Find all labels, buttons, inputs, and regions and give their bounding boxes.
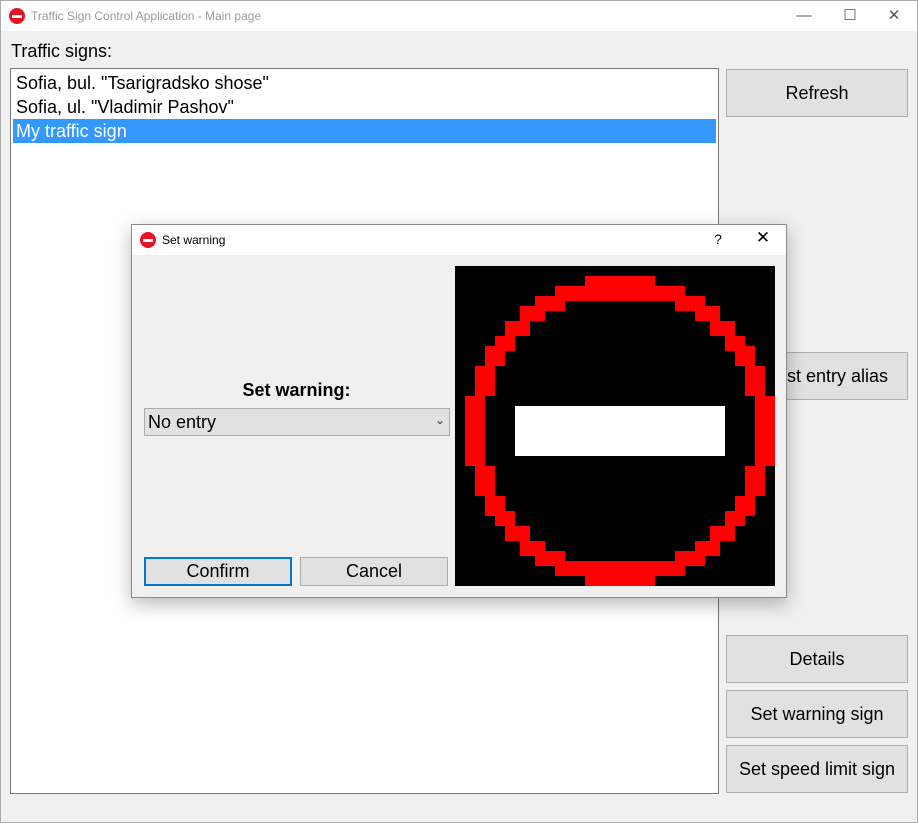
app-icon xyxy=(9,8,25,24)
set-speed-limit-sign-button[interactable]: Set speed limit sign xyxy=(726,745,908,793)
dialog-title-bar: Set warning ? ✕ xyxy=(132,225,786,255)
cancel-button[interactable]: Cancel xyxy=(300,557,448,586)
refresh-button[interactable]: Refresh xyxy=(726,69,908,117)
warning-type-select[interactable]: No entry ⌄ xyxy=(144,408,450,436)
dialog-close-button[interactable]: ✕ xyxy=(748,228,778,248)
warning-type-value: No entry xyxy=(148,412,217,432)
title-bar: Traffic Sign Control Application - Main … xyxy=(1,1,917,31)
set-warning-sign-button[interactable]: Set warning sign xyxy=(726,690,908,738)
list-item[interactable]: Sofia, ul. "Vladimir Pashov" xyxy=(13,95,716,119)
dialog-title: Set warning xyxy=(162,233,226,247)
sign-preview xyxy=(455,266,775,586)
app-icon xyxy=(140,232,156,248)
help-button[interactable]: ? xyxy=(708,231,728,247)
sign-bar xyxy=(515,406,725,456)
set-warning-label: Set warning: xyxy=(242,380,351,400)
traffic-signs-label: Traffic signs: xyxy=(11,41,113,61)
minimize-button[interactable]: — xyxy=(781,1,827,31)
maximize-button[interactable]: ☐ xyxy=(827,1,873,31)
window-title: Traffic Sign Control Application - Main … xyxy=(31,9,262,23)
confirm-button[interactable]: Confirm xyxy=(144,557,292,586)
list-item-selected[interactable]: My traffic sign xyxy=(13,119,716,143)
close-button[interactable]: ✕ xyxy=(871,1,917,31)
set-warning-dialog: Set warning ? ✕ Set warning: No entry ⌄ … xyxy=(131,224,787,598)
list-item[interactable]: Sofia, bul. "Tsarigradsko shose" xyxy=(13,71,716,95)
chevron-down-icon: ⌄ xyxy=(434,413,445,427)
no-entry-sign-icon xyxy=(465,276,775,586)
details-button[interactable]: Details xyxy=(726,635,908,683)
